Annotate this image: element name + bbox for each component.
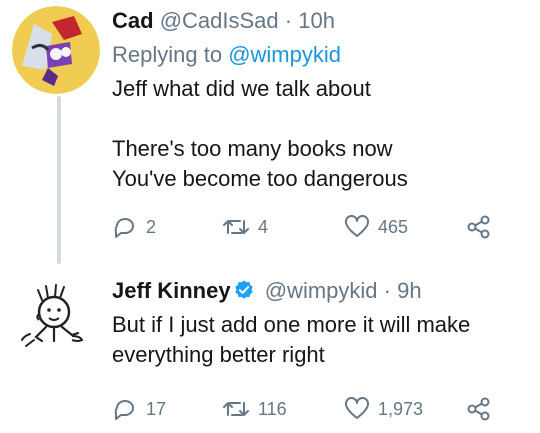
reply-icon: [114, 218, 134, 238]
avatar[interactable]: [12, 6, 100, 94]
reply-icon: [114, 400, 134, 420]
separator-dot: ·: [284, 8, 293, 33]
author-name[interactable]: Cad: [112, 8, 154, 33]
share-icon: [467, 215, 490, 239]
retweet-count: 4: [258, 216, 269, 237]
tweet-text-line: You've become too dangerous: [112, 166, 408, 191]
tweet-original: Cad @CadIsSad · 10h Replying to @wimpyki…: [112, 6, 526, 242]
retweet-button[interactable]: 4: [222, 215, 344, 239]
like-icon: [345, 215, 369, 237]
tweet-text-line: everything better right: [112, 342, 325, 367]
like-button[interactable]: 465: [344, 215, 466, 239]
share-button[interactable]: [466, 397, 492, 421]
separator-dot: ·: [383, 278, 391, 303]
retweet-count: 116: [258, 398, 287, 419]
like-button[interactable]: 1,973: [344, 397, 466, 421]
author-name[interactable]: Jeff Kinney: [112, 278, 231, 303]
replying-to-label: Replying to: [112, 42, 229, 67]
reply-button[interactable]: 2: [112, 215, 222, 239]
retweet-icon: [223, 220, 249, 234]
tweet-text: But if I just add one more it will make …: [112, 310, 526, 370]
tweet-text-line: There's too many books now: [112, 136, 393, 161]
author-handle[interactable]: @wimpykid: [265, 278, 378, 303]
share-button[interactable]: [466, 215, 492, 239]
retweet-icon: [223, 402, 249, 416]
tweet-text-line: But if I just add one more it will make: [112, 312, 471, 337]
avatar[interactable]: [12, 276, 100, 364]
share-icon: [467, 397, 490, 421]
retweet-button[interactable]: 116: [222, 397, 344, 421]
tweet-actions: 17 116 1,973: [112, 394, 526, 424]
tweet-text-line: Jeff what did we talk about: [112, 76, 371, 101]
tweet-text: Jeff what did we talk about There's too …: [112, 74, 526, 194]
like-icon: [345, 397, 369, 419]
replying-to-link[interactable]: @wimpykid: [228, 42, 341, 67]
reply-button[interactable]: 17: [112, 397, 222, 421]
author-handle[interactable]: @CadIsSad: [160, 8, 279, 33]
tweet-reply: Jeff Kinney @wimpykid · 9h But if I just…: [112, 276, 526, 424]
thread-connector-line: [57, 96, 61, 264]
tweet-time[interactable]: 9h: [397, 278, 421, 303]
tweet-time[interactable]: 10h: [298, 8, 335, 33]
replying-to: Replying to @wimpykid: [112, 40, 526, 70]
verified-icon: [234, 280, 253, 299]
tweet-actions: 2 4 465: [112, 212, 526, 242]
reply-count: 2: [146, 216, 157, 237]
like-count: 465: [378, 216, 409, 237]
reply-count: 17: [146, 398, 167, 419]
like-count: 1,973: [378, 398, 424, 419]
